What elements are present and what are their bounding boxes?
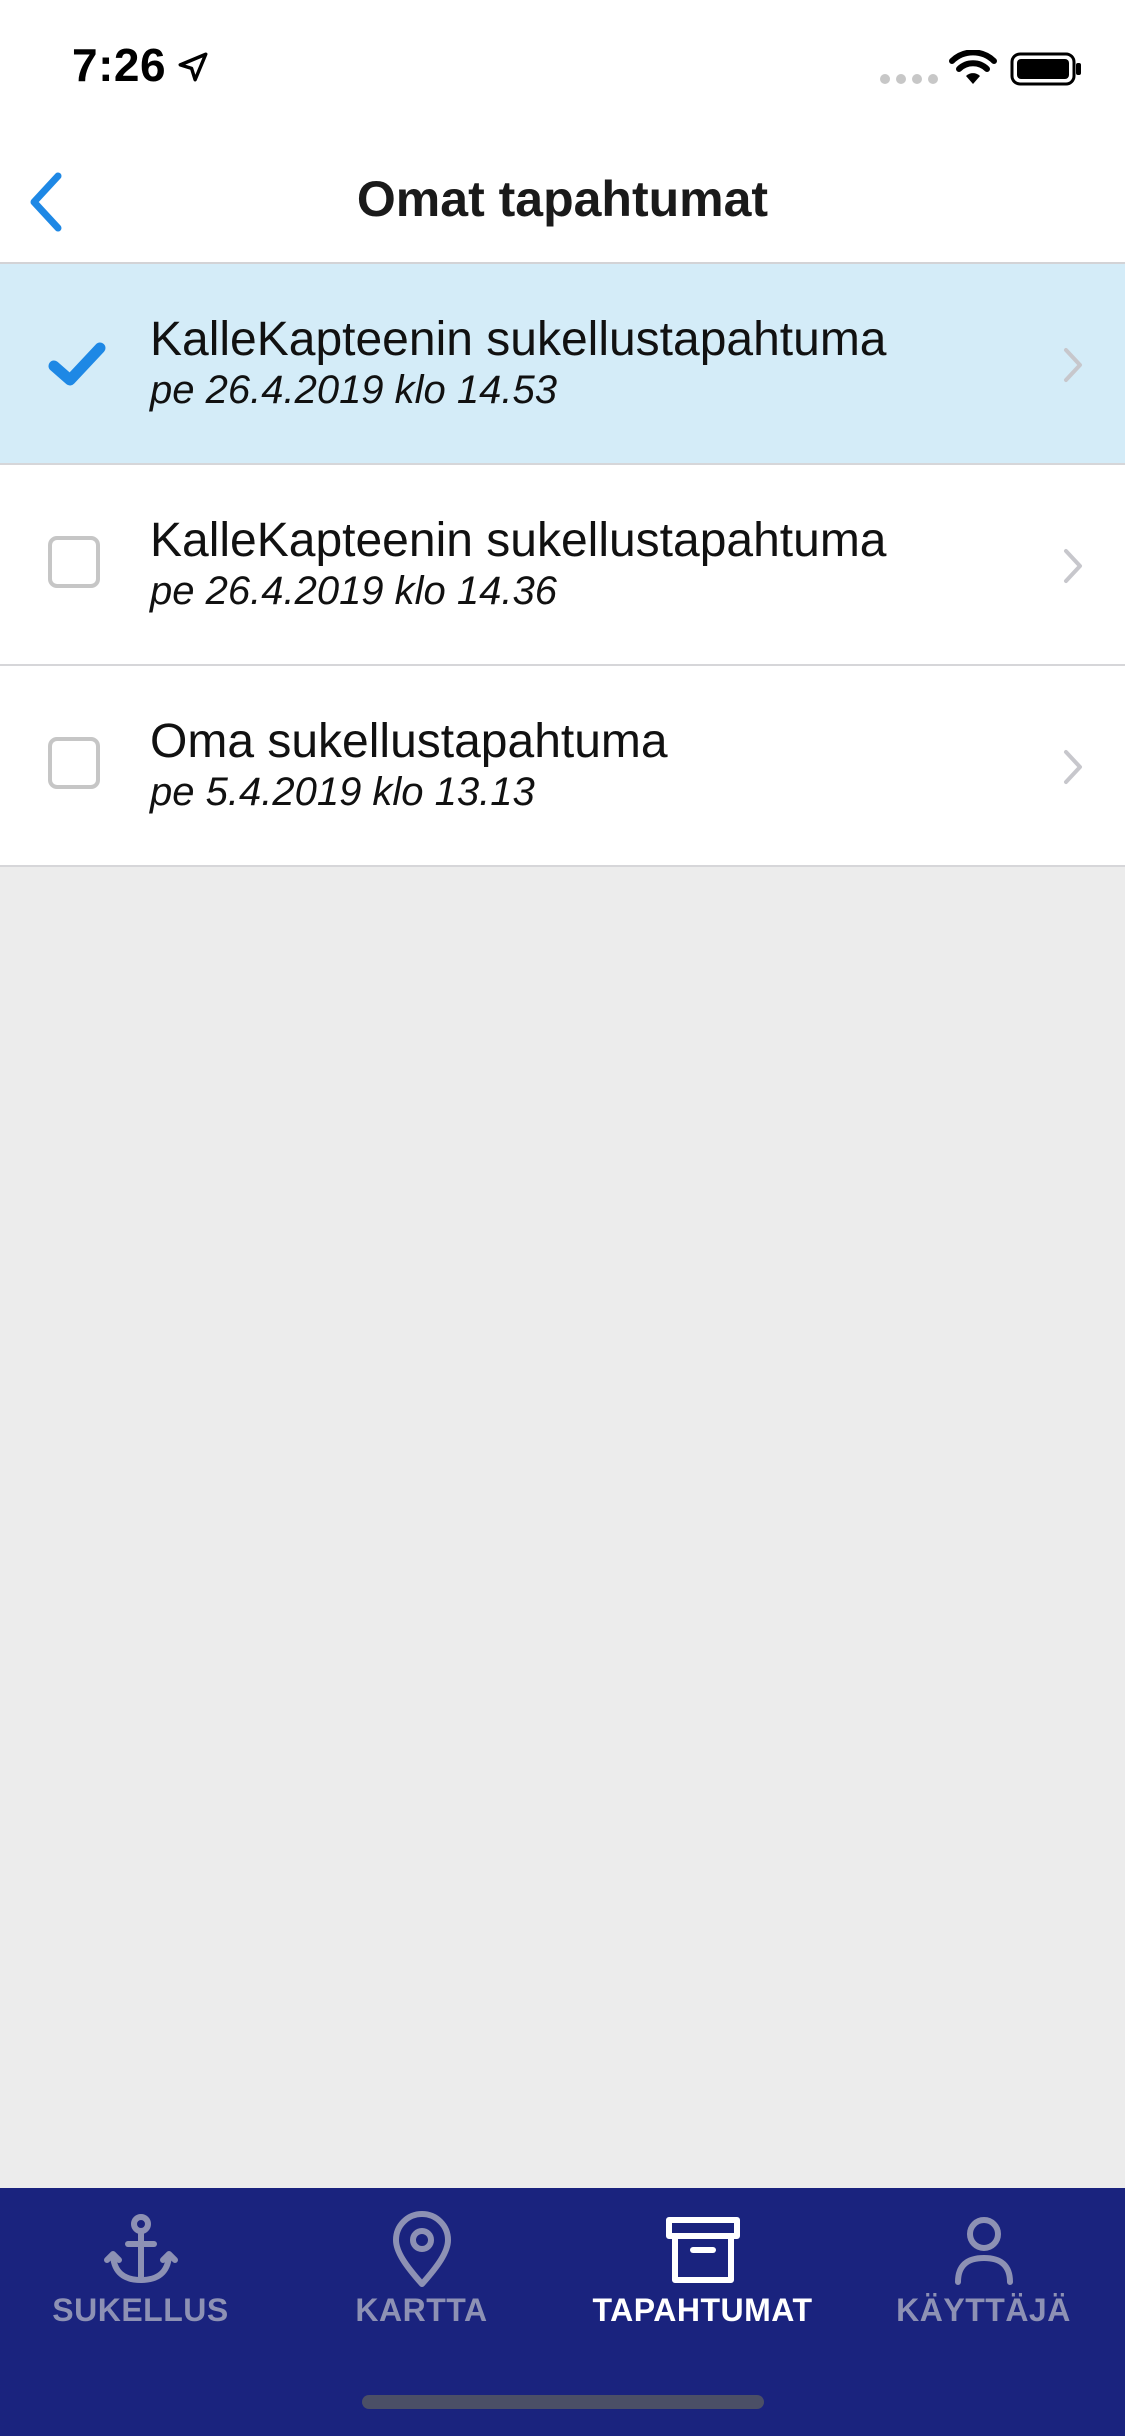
checkbox[interactable] [48,536,100,588]
event-date: pe 5.4.2019 klo 13.13 [150,770,535,814]
event-title: Oma sukellustapahtuma [150,715,668,768]
event-list: KalleKapteenin sukellustapahtuma pe 26.4… [0,264,1125,867]
user-icon [954,2217,1013,2285]
tab-kayttaja[interactable]: KÄYTTÄJÄ [843,2188,1124,2358]
event-date: pe 26.4.2019 klo 14.36 [150,569,558,613]
event-row[interactable]: Oma sukellustapahtuma pe 5.4.2019 klo 13… [0,666,1125,867]
archive-box-icon [665,2217,740,2283]
tab-label: KARTTA [355,2292,488,2328]
checkmark-icon[interactable] [48,334,106,392]
tab-kartta[interactable]: KARTTA [281,2188,562,2358]
home-indicator [362,2395,764,2409]
status-time: 7:26 [72,39,167,91]
tab-label: KÄYTTÄJÄ [896,2292,1071,2328]
chevron-right-icon [1064,348,1082,382]
event-row[interactable]: KalleKapteenin sukellustapahtuma pe 26.4… [0,264,1125,465]
chevron-right-icon [1064,549,1082,583]
location-arrow-icon [178,52,208,82]
signal-dots-icon [880,74,938,84]
status-bar: 7:26 [0,0,1125,132]
map-pin-icon [392,2211,451,2287]
tab-sukellus[interactable]: SUKELLUS [0,2188,281,2358]
tab-label: TAPAHTUMAT [592,2292,813,2328]
tab-tapahtumat[interactable]: TAPAHTUMAT [562,2188,843,2358]
chevron-right-icon [1064,750,1082,784]
wifi-icon [949,50,997,84]
event-date: pe 26.4.2019 klo 14.53 [150,368,558,412]
anchor-icon [103,2214,178,2283]
event-title: KalleKapteenin sukellustapahtuma [150,313,887,366]
battery-icon [1010,52,1081,86]
event-row[interactable]: KalleKapteenin sukellustapahtuma pe 26.4… [0,465,1125,666]
checkbox[interactable] [48,737,100,789]
nav-bar: Omat tapahtumat [0,132,1125,264]
event-title: KalleKapteenin sukellustapahtuma [150,514,887,567]
page-title: Omat tapahtumat [356,171,769,227]
tab-label: SUKELLUS [52,2292,229,2328]
